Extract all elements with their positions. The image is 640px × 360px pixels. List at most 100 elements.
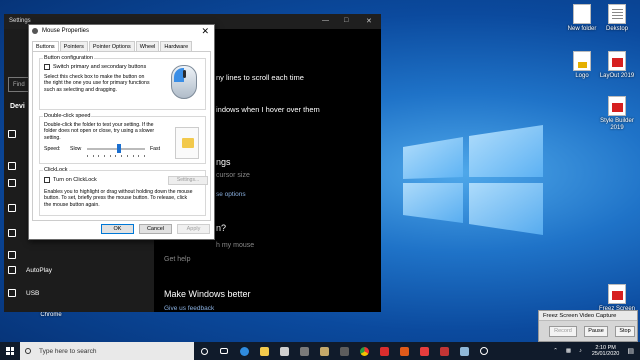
make-windows-better-heading: Make Windows better [164,289,251,299]
notifications-icon[interactable]: ▤ [627,347,634,355]
tab-hardware[interactable]: Hardware [160,41,193,51]
tab-wheel[interactable]: Wheel [135,41,160,51]
clock[interactable]: 2:10 PM 25/01/2020 [592,345,620,358]
task-view-icon[interactable] [214,342,234,360]
desktop-icon-layout-2019[interactable]: LayOut 2019 [594,51,640,80]
app-icon[interactable] [394,342,414,360]
scroll-lines-text: ny lines to scroll each time [216,73,304,82]
section-title: Devi [10,103,25,110]
device-icon [8,251,16,259]
inactive-scroll-text: indows when I hover over them [216,105,320,114]
double-click-description: Double-click the folder to test your set… [44,122,155,141]
mail-icon[interactable] [294,342,314,360]
double-click-speed-group: Double-click speed Double-click the fold… [39,113,206,164]
clicklock-checkbox[interactable]: Turn on ClickLock [44,177,97,183]
desktop-icon-freez-screen[interactable]: Freez Screen [594,284,640,313]
image-file-icon [573,51,591,71]
sidebar-item[interactable] [8,229,26,237]
desktop-icon-style-builder-2019[interactable]: Style Builder 2019 [594,96,640,132]
network-icon[interactable]: ▩ [566,348,571,354]
cortana-icon[interactable] [194,342,214,360]
chrome-icon[interactable] [354,342,374,360]
give-feedback-link[interactable]: Give us feedback [164,305,214,312]
system-tray: ⌃ ▩ ♪ 2:10 PM 25/01/2020 ▤ [549,342,640,360]
sidebar-item[interactable] [8,204,26,212]
button-configuration-label: Button configuration [43,55,94,61]
sidebar-item-autoplay[interactable]: AutoPlay [8,266,52,274]
slow-label: Slow [70,146,82,152]
close-icon[interactable]: ✕ [201,26,209,37]
app-icon[interactable] [374,342,394,360]
sidebar-item[interactable] [8,162,26,170]
desktop-icon-dekstop[interactable]: Dekstop [594,4,640,33]
device-icon [8,204,16,212]
clicklock-settings-button[interactable]: Settings... [168,176,208,185]
app-icon[interactable] [454,342,474,360]
test-folder-icon[interactable] [175,127,199,159]
checkbox-box[interactable] [44,177,50,183]
maximize-icon[interactable]: □ [344,17,348,24]
slider-thumb[interactable] [116,144,121,153]
speed-label: Speed: [44,146,61,152]
start-button[interactable] [0,342,20,360]
mouse-icon [32,28,38,34]
device-icon [8,229,16,237]
settings-gear-icon[interactable] [474,342,494,360]
minimize-icon[interactable]: — [322,17,329,24]
mouse-illustration-icon [171,65,197,99]
app-icon[interactable] [334,342,354,360]
additional-mouse-options-link[interactable]: se options [216,191,246,198]
freez-screen-capture-window: Freez Screen Video Capture Record Pause … [538,310,638,342]
buttons-tab-panel: Button configuration Switch primary and … [32,51,211,221]
desktop-icon-chrome[interactable]: Chrome [28,312,74,319]
button-config-description: Select this check box to make the button… [44,74,150,93]
app-icon[interactable] [434,342,454,360]
ok-button[interactable]: OK [101,224,134,234]
layout-app-icon [608,51,626,71]
apply-button[interactable]: Apply [177,224,210,234]
device-icon [8,130,16,138]
dialog-tabs: Buttons Pointers Pointer Options Wheel H… [32,41,193,52]
windows-logo-wallpaper [395,125,545,235]
windows-start-icon [6,347,14,355]
question-heading: n? [216,223,227,233]
clicklock-group: ClickLock Turn on ClickLock Settings... … [39,167,208,216]
sidebar-item[interactable] [8,130,26,138]
dialog-title: Mouse Properties [42,28,90,34]
style-builder-app-icon [608,96,626,116]
tab-pointer-options[interactable]: Pointer Options [88,41,135,51]
related-settings-heading: ngs [216,157,231,167]
taskbar: Type here to search ⌃ ▩ ♪ 2:10 PM 25/01/… [0,342,640,360]
dialog-titlebar[interactable]: Mouse Properties ✕ [29,25,214,38]
file-icon [608,4,626,24]
tab-pointers[interactable]: Pointers [59,41,88,51]
freez-screen-app-icon [608,284,626,304]
taskbar-search-box[interactable]: Type here to search [20,342,194,360]
show-hidden-icons-icon[interactable]: ⌃ [553,348,558,354]
checkbox-box[interactable] [44,64,50,70]
edge-icon[interactable] [234,342,254,360]
file-explorer-icon[interactable] [254,342,274,360]
cancel-button[interactable]: Cancel [139,224,172,234]
sidebar-item[interactable] [8,251,26,259]
app-icon[interactable] [414,342,434,360]
cursor-size-link[interactable]: cursor size [216,172,250,179]
app-icon[interactable] [314,342,334,360]
close-icon[interactable]: ✕ [366,17,372,25]
record-button[interactable]: Record [549,326,577,337]
switch-buttons-checkbox[interactable]: Switch primary and secondary buttons [44,64,146,70]
pause-button[interactable]: Pause [584,326,608,337]
settings-search-input[interactable]: Find [8,77,30,92]
sidebar-item-usb[interactable]: USB [8,289,39,297]
clock-date: 25/01/2020 [591,351,620,357]
folder-icon [573,4,591,24]
mouse-properties-dialog: Mouse Properties ✕ Buttons Pointers Poin… [28,24,215,240]
get-help-link[interactable]: Get help [164,256,190,263]
slider-ticks [87,155,145,157]
store-icon[interactable] [274,342,294,360]
mouse-help-link[interactable]: h my mouse [216,242,254,249]
stop-button[interactable]: Stop [615,326,635,337]
freez-title[interactable]: Freez Screen Video Capture [539,311,637,321]
volume-icon[interactable]: ♪ [579,348,582,354]
sidebar-item[interactable] [8,179,26,187]
